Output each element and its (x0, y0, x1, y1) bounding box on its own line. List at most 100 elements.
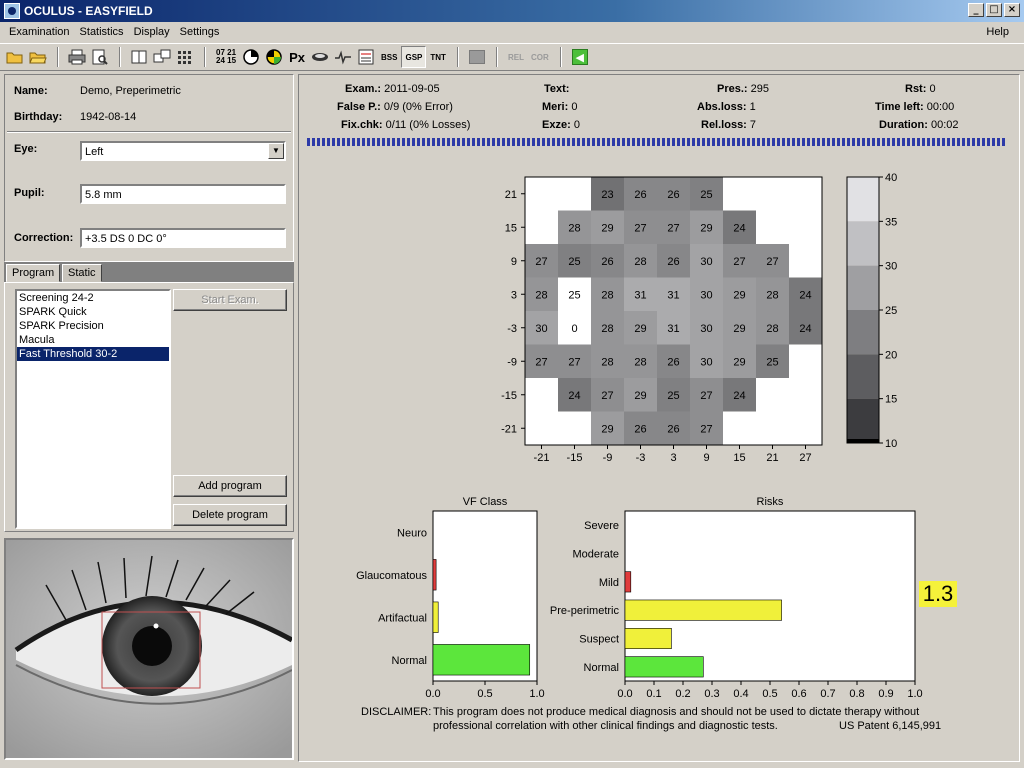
cor-button[interactable]: COR (528, 46, 552, 68)
exam-progress-bar (307, 138, 1007, 146)
windows-icon[interactable] (151, 46, 173, 68)
heatmap-cell-label: 28 (535, 289, 547, 301)
disabled-square-icon[interactable] (466, 46, 488, 68)
menu-help[interactable]: Help (981, 26, 1014, 38)
bar (624, 599, 782, 621)
x-tick-label: 21 (766, 452, 778, 464)
meri-value: 0 (571, 101, 578, 113)
exam-label: Exam.: (345, 83, 382, 95)
bar-category-label: Mild (599, 577, 619, 589)
heatmap-cell-label: 26 (634, 189, 646, 201)
x-tick-label: 27 (799, 452, 811, 464)
colorbar-band (847, 177, 879, 222)
eye-select[interactable]: Left ▼ (80, 141, 286, 161)
fixation-check-row: Fix.chk: 0/11 (0% Losses) (341, 119, 470, 131)
chevron-down-icon[interactable]: ▼ (268, 143, 284, 159)
colorbar-tick-label: 30 (885, 261, 897, 273)
list-item[interactable]: SPARK Precision (17, 319, 169, 333)
exam-date-row: Exam.: 2011-09-05 (345, 83, 440, 95)
print-preview-icon[interactable] (89, 46, 111, 68)
toolbar-separator (559, 47, 562, 67)
correction-label: Correction: (14, 232, 74, 244)
heatmap-cell-label: 27 (601, 390, 613, 402)
heatmap-cell-label: 28 (568, 222, 580, 234)
heatmap-cell-label: 29 (634, 390, 646, 402)
close-button[interactable]: × (1004, 3, 1020, 17)
tab-program[interactable]: Program (6, 264, 61, 282)
app-eye-icon (4, 3, 20, 19)
start-exam-button[interactable]: Start Exam. (173, 289, 287, 311)
tab-static[interactable]: Static (62, 264, 102, 282)
heatmap-cell-label: 26 (667, 356, 679, 368)
open-folder-icon[interactable] (4, 46, 26, 68)
bar (432, 644, 531, 676)
heatmap-cell-label: 31 (667, 289, 679, 301)
exam-value: 2011-09-05 (384, 83, 440, 95)
relloss-value: 7 (749, 119, 757, 131)
heatmap-cell-label: 27 (766, 256, 778, 268)
report-icon[interactable] (355, 46, 377, 68)
menu-examination[interactable]: Examination (4, 26, 75, 38)
program-list[interactable]: Screening 24-2 SPARK Quick SPARK Precisi… (15, 289, 171, 529)
back-arrow-icon[interactable]: ◀ (569, 46, 591, 68)
tnt-button[interactable]: TNT (427, 46, 449, 68)
menu-display[interactable]: Display (129, 26, 175, 38)
colorbar: 10 15 20 25 30 35 40 (846, 172, 897, 450)
maximize-button[interactable]: □ (986, 3, 1002, 17)
list-item[interactable]: Macula (17, 333, 169, 347)
gauge-icon[interactable] (240, 46, 262, 68)
bar-x-tick-label: 0.3 (704, 688, 719, 700)
delete-program-button[interactable]: Delete program (173, 504, 287, 526)
heatmap-cell-label: 27 (568, 356, 580, 368)
add-program-button[interactable]: Add program (173, 475, 287, 497)
heatmap-cell-label: 30 (700, 289, 712, 301)
risks-chart: Risks Severe Moderate Mild Pre-perimetric Sus… (550, 496, 923, 700)
colorbar-tick-label: 35 (885, 216, 897, 228)
menu-settings[interactable]: Settings (175, 26, 225, 38)
print-icon[interactable] (66, 46, 88, 68)
timer-display[interactable]: 07 21 24 15 (213, 46, 239, 68)
probability-label: Px (289, 49, 305, 65)
heatmap-cell-label: 27 (634, 222, 646, 234)
correction-field[interactable]: +3.5 DS 0 DC 0° (80, 228, 286, 248)
bar-category-label: Normal (392, 655, 427, 667)
minimize-button[interactable]: _ (968, 3, 984, 17)
bar (624, 628, 672, 650)
list-item-selected[interactable]: Fast Threshold 30-2 (17, 347, 169, 361)
heatmap-cell-label: 26 (667, 256, 679, 268)
grid-icon[interactable] (174, 46, 196, 68)
falsep-label: False P.: (337, 101, 381, 113)
eye-lens-icon[interactable] (309, 46, 331, 68)
menu-statistics[interactable]: Statistics (75, 26, 129, 38)
list-item[interactable]: SPARK Quick (17, 305, 169, 319)
color-gauge-icon[interactable] (263, 46, 285, 68)
disclaimer-line1: This program does not produce medical di… (433, 706, 920, 718)
program-panel: Screening 24-2 SPARK Quick SPARK Precisi… (4, 282, 294, 532)
eye-camera-view (4, 538, 294, 760)
bar (624, 571, 632, 593)
duration-row: Duration: 00:02 (879, 119, 958, 131)
open-folder-2-icon[interactable] (27, 46, 49, 68)
bar-x-tick-label: 0.9 (878, 688, 893, 700)
bar-category-label: Moderate (573, 549, 619, 561)
relloss-row: Rel.loss: 7 (701, 119, 756, 131)
bar-category-label: Severe (584, 520, 619, 532)
exze-row: Exze: 0 (542, 119, 580, 131)
duration-label: Duration: (879, 119, 928, 131)
bar-x-tick-label: 0.7 (820, 688, 835, 700)
heatmap-cell-label: 28 (766, 289, 778, 301)
list-item[interactable]: Screening 24-2 (17, 291, 169, 305)
colorbar-band (847, 265, 879, 310)
gsp-button[interactable]: GSP (401, 46, 427, 68)
rel-button[interactable]: REL (505, 46, 527, 68)
split-view-icon[interactable] (128, 46, 150, 68)
colorbar-band (847, 398, 879, 443)
bss-button[interactable]: BSS (378, 46, 400, 68)
rst-value: 0 (929, 83, 936, 95)
probability-icon[interactable]: Px (286, 46, 308, 68)
fixchk-value: 0/11 (0% Losses) (385, 119, 471, 131)
pupil-field[interactable]: 5.8 mm (80, 184, 286, 204)
waveform-icon[interactable] (332, 46, 354, 68)
heatmap-cell-label: 24 (799, 323, 811, 335)
falsep-value: 0/9 (0% Error) (383, 101, 453, 113)
